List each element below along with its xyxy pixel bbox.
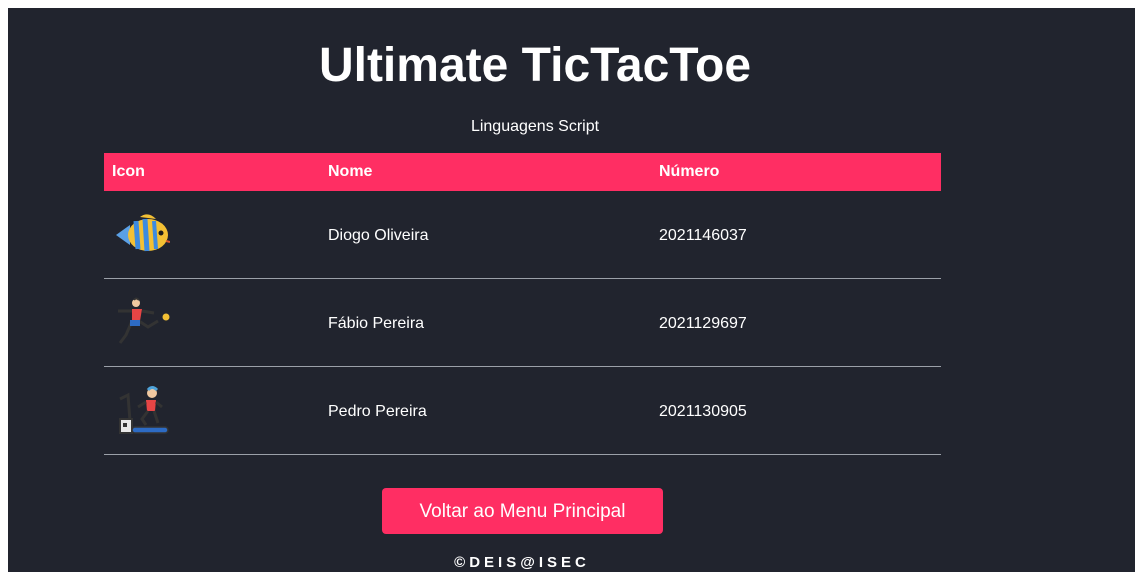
table-header: Icon Nome Número [104, 153, 941, 191]
member-number: 2021130905 [659, 403, 747, 420]
page-container: Ultimate TicTacToe Linguagens Script Ico… [8, 8, 1135, 572]
header-icon: Icon [112, 163, 145, 180]
page-subtitle: Linguagens Script [470, 118, 600, 135]
back-to-main-menu-button[interactable]: Voltar ao Menu Principal [382, 488, 663, 534]
member-name: Pedro Pereira [328, 403, 427, 420]
tropical-fish-icon [116, 214, 170, 252]
soccer-player-icon [118, 297, 170, 344]
table-row: Fábio Pereira 2021129697 [104, 279, 941, 367]
table-row: Diogo Oliveira 2021146037 [104, 191, 941, 279]
member-number: 2021146037 [659, 227, 747, 244]
members-table: Icon Nome Número Diogo Oliveira 20211460… [104, 153, 941, 455]
member-number: 2021129697 [659, 315, 747, 332]
footer-credits: ©DEIS@ISEC [454, 554, 590, 571]
page-title: Ultimate TicTacToe [318, 39, 752, 92]
header-numero: Número [659, 163, 720, 180]
table-row: Pedro Pereira 2021130905 [104, 367, 941, 455]
member-name: Diogo Oliveira [328, 227, 429, 244]
treadmill-runner-icon [119, 386, 169, 434]
header-nome: Nome [328, 163, 373, 180]
member-name: Fábio Pereira [328, 315, 425, 332]
